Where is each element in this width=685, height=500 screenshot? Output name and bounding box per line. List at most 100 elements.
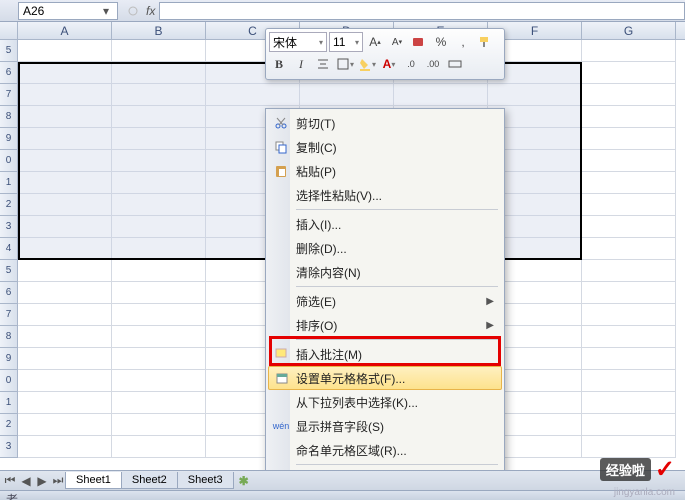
fill-color-button[interactable]: ▾ [357,54,377,74]
menu-label: 从下拉列表中选择(K)... [296,394,418,411]
add-sheet-icon[interactable]: ✱ [234,474,254,488]
format-painter-icon[interactable] [475,32,495,52]
menu-delete[interactable]: 删除(D)... [268,236,502,260]
status-text: 者 [6,493,18,500]
watermark: 经验啦 ✓ [600,455,675,484]
mini-toolbar: 宋体▾ 11 ▾ A▴ A▾ % , B I ▾ ▾ A▾ .0 .00 [265,28,505,80]
row-header[interactable]: 7 [0,84,18,106]
name-box-value: A26 [23,4,99,18]
menu-copy[interactable]: 复制(C) [268,135,502,159]
decrease-decimal-icon[interactable]: .0 [401,54,421,74]
column-header[interactable]: A [18,22,112,39]
formula-bar: A26 ▾ fx [0,0,685,22]
increase-decimal-icon[interactable]: .00 [423,54,443,74]
checkmark-icon: ✓ [655,455,675,484]
tab-prev-icon[interactable]: ◀ [18,473,34,489]
row-header[interactable]: 1 [0,172,18,194]
select-all-corner[interactable] [0,22,18,39]
row-header[interactable]: 0 [0,370,18,392]
sheet-tab-2[interactable]: Sheet2 [121,472,178,489]
row-header[interactable]: 3 [0,436,18,458]
comma-button[interactable]: , [453,32,473,52]
phonetic-icon: wén [272,417,290,435]
cancel-formula-icon [124,2,142,20]
menu-cut[interactable]: 剪切(T) [268,111,502,135]
font-size-value: 11 [333,35,345,49]
menu-label: 删除(D)... [296,240,347,257]
formula-input[interactable] [159,2,685,20]
row-header[interactable]: 8 [0,106,18,128]
row-header[interactable]: 2 [0,414,18,436]
sheet-tab-3[interactable]: Sheet3 [177,472,234,489]
watermark-url: jingyanla.com [614,487,675,498]
italic-button[interactable]: I [291,54,311,74]
row-header[interactable]: 5 [0,40,18,62]
row-header[interactable]: 3 [0,216,18,238]
format-cells-icon [273,369,291,387]
grow-font-button[interactable]: A▴ [365,32,385,52]
menu-separator [296,286,498,287]
name-box-dropdown-icon[interactable]: ▾ [99,4,113,18]
watermark-text: 经验啦 [600,458,651,481]
percent-button[interactable]: % [431,32,451,52]
font-size-dropdown[interactable]: 11 ▾ [329,32,363,52]
menu-name-range[interactable]: 命名单元格区域(R)... [268,438,502,462]
sheet-tab-1[interactable]: Sheet1 [65,472,122,489]
menu-show-phonetic[interactable]: wén 显示拼音字段(S) [268,414,502,438]
tab-next-icon[interactable]: ▶ [34,473,50,489]
name-box[interactable]: A26 ▾ [18,2,118,20]
menu-filter[interactable]: 筛选(E) ▶ [268,289,502,313]
row-header[interactable]: 1 [0,392,18,414]
menu-paste[interactable]: 粘贴(P) [268,159,502,183]
submenu-arrow-icon: ▶ [486,296,494,307]
menu-label: 插入(I)... [296,216,341,233]
row-header[interactable]: 0 [0,150,18,172]
menu-separator [296,339,498,340]
menu-insert[interactable]: 插入(I)... [268,212,502,236]
menu-paste-special[interactable]: 选择性粘贴(V)... [268,183,502,207]
fx-label[interactable]: fx [146,4,155,18]
row-headers: 5 6 7 8 9 0 1 2 3 4 5 6 7 8 9 0 1 2 3 [0,40,18,458]
tab-navigation: ⏮ ◀ ▶ ⏭ [2,473,66,489]
font-name-dropdown[interactable]: 宋体▾ [269,32,327,52]
menu-label: 剪切(T) [296,115,335,132]
status-bar: 者 [0,490,685,500]
tab-last-icon[interactable]: ⏭ [50,473,66,489]
column-header[interactable]: G [582,22,676,39]
menu-label: 插入批注(M) [296,346,362,363]
menu-clear-contents[interactable]: 清除内容(N) [268,260,502,284]
align-center-icon[interactable] [313,54,333,74]
column-header[interactable]: B [112,22,206,39]
bold-button[interactable]: B [269,54,289,74]
context-menu: 剪切(T) 复制(C) 粘贴(P) 选择性粘贴(V)... 插入(I)... 删… [265,108,505,494]
chevron-down-icon: ▾ [355,38,359,47]
row-header[interactable]: 9 [0,348,18,370]
chevron-down-icon: ▾ [319,38,323,47]
menu-label: 设置单元格格式(F)... [296,370,405,387]
borders-button[interactable]: ▾ [335,54,355,74]
menu-label: 复制(C) [296,139,337,156]
paste-icon [272,162,290,180]
row-header[interactable]: 5 [0,260,18,282]
menu-separator [296,464,498,465]
menu-sort[interactable]: 排序(O) ▶ [268,313,502,337]
row-header[interactable]: 9 [0,128,18,150]
shrink-font-button[interactable]: A▾ [387,32,407,52]
row-header[interactable]: 6 [0,62,18,84]
menu-label: 排序(O) [296,317,337,334]
accounting-format-button[interactable] [409,32,429,52]
row-header[interactable]: 8 [0,326,18,348]
menu-insert-comment[interactable]: 插入批注(M) [268,342,502,366]
row-header[interactable]: 6 [0,282,18,304]
row-header[interactable]: 2 [0,194,18,216]
merge-cells-icon[interactable] [445,54,465,74]
row-header[interactable]: 7 [0,304,18,326]
menu-separator [296,209,498,210]
menu-format-cells[interactable]: 设置单元格格式(F)... [268,366,502,390]
font-color-button[interactable]: A▾ [379,54,399,74]
row-header[interactable]: 4 [0,238,18,260]
tab-first-icon[interactable]: ⏮ [2,473,18,489]
copy-icon [272,138,290,156]
menu-pick-from-list[interactable]: 从下拉列表中选择(K)... [268,390,502,414]
menu-label: 清除内容(N) [296,264,361,281]
